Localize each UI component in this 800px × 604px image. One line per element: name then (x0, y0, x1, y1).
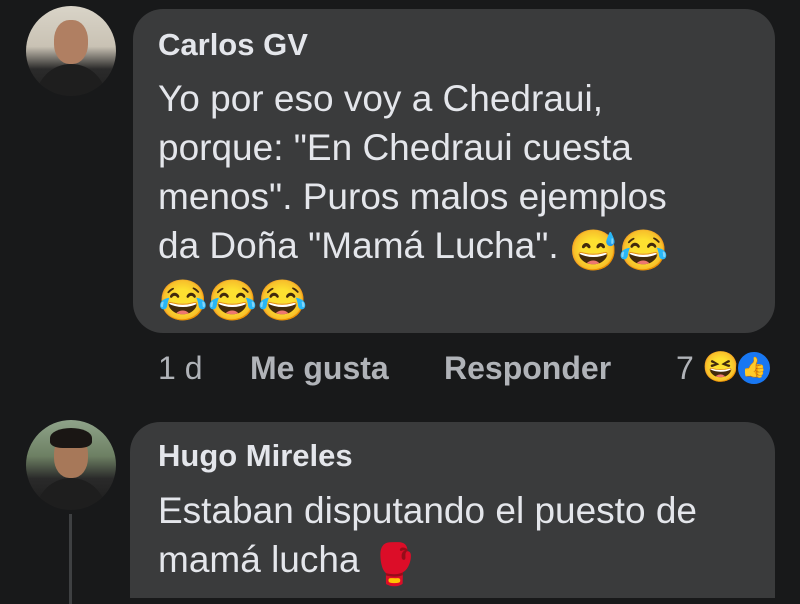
avatar-face (54, 20, 88, 64)
tears-of-joy-emoji-icon: 😂😂😂 (158, 279, 308, 323)
boxing-glove-emoji-icon: 🥊 (369, 543, 420, 587)
avatar-hair (50, 428, 92, 448)
comment-line: Estaban disputando el puesto de (158, 490, 697, 531)
comment-text: Estaban disputando el puesto de mamá luc… (158, 486, 758, 585)
comment-line: da Doña "Mamá Lucha". 😅😂 (158, 221, 758, 271)
like-button[interactable]: Me gusta (250, 350, 389, 387)
avatar-hugo[interactable] (26, 420, 116, 510)
comment-timestamp[interactable]: 1 d (158, 350, 202, 387)
haha-reaction-icon: 😆 (702, 351, 740, 384)
comment-line-text: da Doña "Mamá Lucha". (158, 225, 569, 266)
reaction-count: 7 (676, 350, 694, 386)
avatar-carlos[interactable] (26, 6, 116, 96)
thread-line (69, 514, 72, 604)
avatar-body (36, 478, 106, 510)
comment-line: porque: "En Chedraui cuesta (158, 127, 632, 168)
like-reaction-icon: 👍 (736, 350, 772, 386)
comment-line: 😂😂😂 (158, 271, 758, 321)
reply-button[interactable]: Responder (444, 350, 611, 387)
comment-line-text: mamá lucha (158, 539, 370, 580)
comment-line: mamá lucha 🥊 (158, 535, 758, 585)
comment-author[interactable]: Hugo Mireles (158, 438, 353, 474)
laughing-emoji-icon: 😅😂 (568, 229, 669, 273)
comment-author[interactable]: Carlos GV (158, 27, 308, 63)
comment-text: Yo por eso voy a Chedraui, porque: "En C… (158, 74, 758, 321)
comment-line: menos". Puros malos ejemplos (158, 176, 667, 217)
avatar-body (36, 64, 106, 96)
comment-line: Yo por eso voy a Chedraui, (158, 78, 603, 119)
